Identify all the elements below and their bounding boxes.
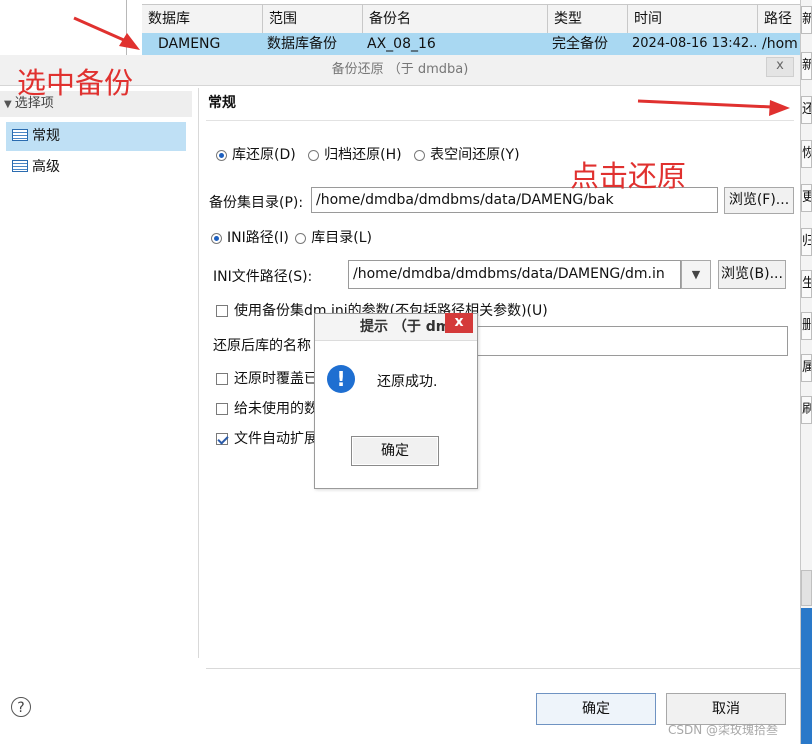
annotation-arrows — [73, 16, 790, 116]
arrow-to-restore-button — [637, 99, 790, 116]
arrow-to-selected-row — [73, 16, 140, 50]
watermark: CSDN @柒玫瑰拾叁 — [668, 723, 779, 737]
